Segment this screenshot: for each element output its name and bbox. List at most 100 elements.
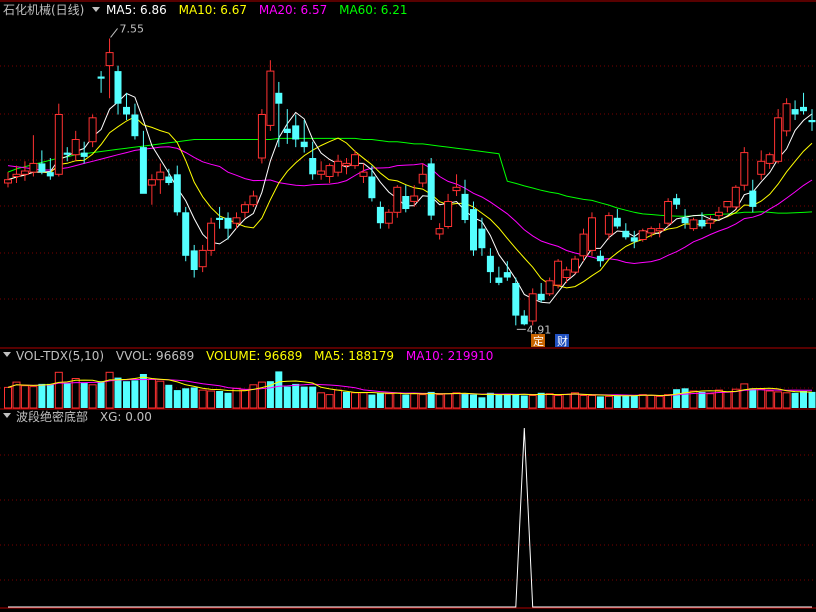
candle-body bbox=[647, 228, 656, 234]
candle-body bbox=[452, 186, 461, 192]
volume-bar bbox=[97, 381, 105, 408]
volume-bar bbox=[444, 393, 453, 409]
candle bbox=[638, 228, 647, 242]
candle-body bbox=[800, 106, 807, 112]
main-panel-title: 石化机械(日线) bbox=[3, 2, 84, 17]
volume-bar bbox=[54, 371, 63, 409]
candle-body bbox=[757, 160, 766, 175]
volume-bar bbox=[173, 390, 181, 408]
volume-bar bbox=[495, 394, 503, 408]
volume-bar bbox=[664, 394, 673, 409]
candle-body bbox=[257, 114, 266, 159]
candle-body bbox=[342, 162, 351, 167]
candle bbox=[588, 212, 596, 256]
volume-bar bbox=[698, 391, 706, 408]
volume-bar bbox=[384, 393, 393, 409]
candle-body bbox=[562, 269, 571, 278]
volume-bar bbox=[29, 386, 38, 409]
volume-bar bbox=[292, 383, 300, 408]
volume-bar bbox=[630, 395, 638, 408]
volume-bar bbox=[20, 385, 29, 409]
candle-body bbox=[478, 228, 486, 249]
candle-body bbox=[630, 237, 638, 242]
volume-bar bbox=[655, 395, 664, 409]
volume-bar bbox=[46, 383, 54, 408]
tag-cai[interactable]: 财 bbox=[557, 334, 568, 348]
volume-bar bbox=[114, 377, 122, 408]
volume-bar bbox=[190, 387, 198, 408]
tag-ding[interactable]: 定 bbox=[533, 334, 544, 348]
volume-bar bbox=[165, 384, 173, 408]
volume-bar bbox=[749, 388, 757, 408]
main-panel-legend: 石化机械(日线) MA5: 6.86 MA10: 6.67 MA20: 6.57… bbox=[3, 2, 408, 17]
volume-bar bbox=[478, 397, 486, 408]
candle-body bbox=[190, 250, 198, 270]
candle-body bbox=[393, 186, 402, 213]
volume-bar bbox=[681, 388, 689, 408]
volume-bar bbox=[774, 391, 783, 409]
candle-body bbox=[147, 179, 156, 186]
candle-body bbox=[20, 170, 29, 175]
candle-body bbox=[808, 120, 816, 123]
volume-bar bbox=[427, 391, 435, 408]
candle-body bbox=[29, 162, 38, 173]
volume-bar bbox=[351, 392, 359, 409]
candle-body bbox=[105, 52, 114, 67]
volume-bar bbox=[765, 390, 774, 409]
candle bbox=[689, 217, 698, 231]
candle-body bbox=[123, 106, 130, 115]
volume-bar bbox=[757, 388, 766, 409]
candle bbox=[554, 259, 563, 289]
candle-body bbox=[749, 190, 757, 207]
candle-body bbox=[131, 114, 139, 137]
candle-body bbox=[571, 258, 579, 273]
candle-body bbox=[596, 255, 604, 262]
candle-body bbox=[714, 211, 723, 217]
volume-bar bbox=[300, 386, 308, 408]
volume-bar bbox=[596, 396, 604, 408]
volume-bar bbox=[80, 383, 88, 408]
candle-body bbox=[698, 219, 706, 227]
legend-ma10: MA10: 6.67 bbox=[179, 3, 247, 17]
candle-body bbox=[114, 71, 122, 104]
volume-bar bbox=[740, 383, 749, 409]
volume-bar bbox=[182, 388, 190, 408]
candle-body bbox=[376, 206, 384, 224]
candle-body bbox=[232, 217, 241, 224]
candle-body bbox=[97, 76, 105, 79]
candle-body bbox=[418, 173, 427, 184]
volume-bar bbox=[241, 389, 249, 409]
volume-bar bbox=[418, 394, 427, 409]
candle-body bbox=[241, 204, 249, 213]
candle-body bbox=[317, 170, 326, 175]
vol-panel-title: VOL-TDX(5,10) bbox=[16, 349, 104, 363]
volume-bar bbox=[88, 384, 97, 409]
volume-bar bbox=[452, 392, 461, 409]
candle-body bbox=[325, 165, 334, 178]
candle-body bbox=[173, 174, 181, 213]
volume-bar bbox=[334, 389, 343, 409]
candle-body bbox=[528, 293, 537, 322]
candle-body bbox=[80, 152, 88, 157]
candle bbox=[528, 288, 537, 326]
candle-body bbox=[512, 283, 520, 316]
candle-body bbox=[613, 217, 621, 227]
candle-body bbox=[579, 233, 588, 257]
candle-body bbox=[503, 272, 511, 278]
candle-body bbox=[63, 152, 71, 155]
candle-body bbox=[791, 109, 799, 115]
candle-body bbox=[182, 212, 190, 256]
candle-body bbox=[673, 198, 681, 205]
candle-body bbox=[165, 176, 173, 183]
candle bbox=[782, 98, 791, 137]
volume-bar bbox=[435, 394, 444, 409]
volume-bar bbox=[800, 391, 807, 408]
candle-body bbox=[292, 125, 300, 140]
volume-bar bbox=[486, 392, 494, 408]
volume-bar bbox=[528, 395, 537, 409]
volume-bar bbox=[249, 384, 258, 409]
volume-bar bbox=[613, 394, 621, 408]
candle bbox=[545, 277, 554, 297]
candle-body bbox=[638, 230, 647, 241]
candle bbox=[207, 217, 216, 256]
